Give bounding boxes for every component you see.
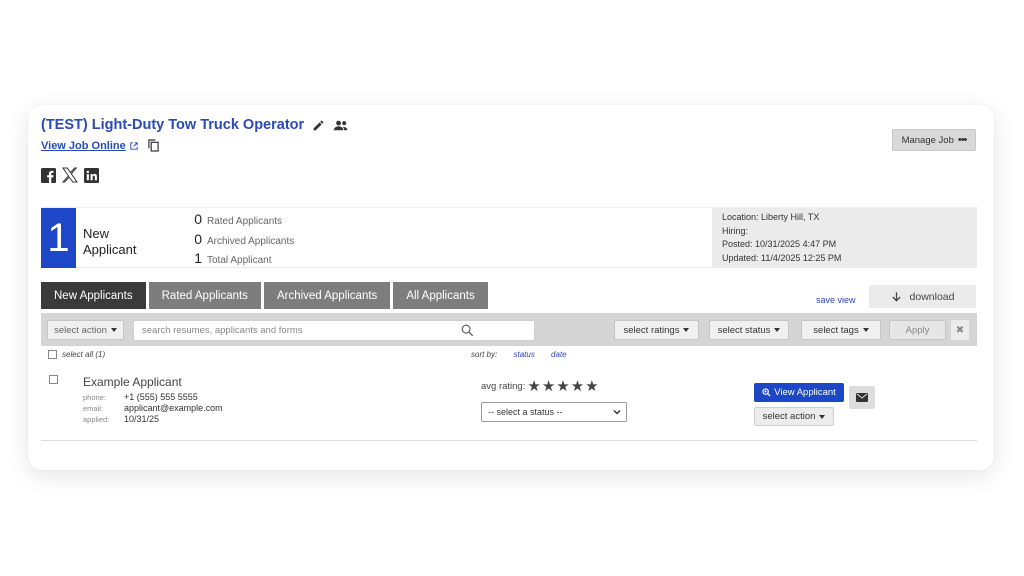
- applicant-summary: 1 New Applicant 0 Rated Applicants 0 Arc…: [41, 207, 977, 268]
- applicant-counts: 0 Rated Applicants 0 Archived Applicants…: [186, 211, 294, 270]
- select-all-checkbox[interactable]: [48, 350, 57, 359]
- total-label: Total Applicant: [207, 255, 272, 266]
- tab-archived-applicants[interactable]: Archived Applicants: [263, 282, 391, 309]
- new-applicant-count[interactable]: 1: [41, 208, 76, 268]
- sort-date-link[interactable]: date: [551, 350, 567, 359]
- facebook-icon[interactable]: [41, 167, 56, 183]
- search-icon[interactable]: [461, 324, 474, 340]
- sort-controls: sort by: status date: [471, 350, 581, 359]
- envelope-icon: [856, 393, 868, 402]
- applicant-name[interactable]: Example Applicant: [83, 375, 182, 389]
- select-status-label: select status: [717, 324, 771, 336]
- sort-by-label: sort by:: [471, 350, 498, 359]
- applicant-applied-date: 10/31/25: [124, 414, 160, 424]
- phone-label: phone:: [83, 393, 106, 402]
- search-input[interactable]: search resumes, applicants and forms: [133, 320, 535, 341]
- zoom-search-icon: [762, 388, 771, 397]
- email-label: email:: [83, 404, 104, 413]
- list-controls: select all (1) sort by: status date: [41, 349, 977, 361]
- manage-job-label: Manage Job: [901, 134, 954, 146]
- caret-down-icon: [110, 328, 117, 332]
- email-applicant-button[interactable]: [849, 386, 875, 409]
- external-link-icon[interactable]: [130, 141, 138, 150]
- caret-down-icon: [819, 414, 826, 419]
- download-arrow-icon: [891, 291, 902, 303]
- view-job-online-link[interactable]: View Job Online: [41, 140, 126, 152]
- rated-label: Rated Applicants: [207, 216, 283, 227]
- tab-all-applicants[interactable]: All Applicants: [393, 282, 488, 309]
- search-placeholder: search resumes, applicants and forms: [142, 325, 303, 336]
- apply-button[interactable]: Apply: [889, 320, 946, 340]
- new-label-line-1: New: [83, 226, 110, 241]
- select-tags-dropdown[interactable]: select tags: [801, 320, 881, 340]
- copy-icon[interactable]: [148, 139, 159, 152]
- linkedin-icon[interactable]: [84, 167, 99, 183]
- manage-job-button[interactable]: Manage Job •••: [892, 129, 976, 151]
- job-card: (TEST) Light-Duty Tow Truck Operator Vie…: [28, 105, 994, 470]
- caret-down-icon: [774, 328, 781, 332]
- select-action-dropdown[interactable]: select action: [47, 320, 124, 340]
- view-applicant-label: View Applicant: [774, 387, 836, 398]
- avg-rating: avg rating: ★★★★★: [481, 377, 600, 395]
- caret-down-icon: [683, 328, 690, 332]
- select-ratings-label: select ratings: [623, 324, 680, 336]
- avg-rating-label: avg rating:: [481, 380, 526, 392]
- job-hiring: Hiring:: [722, 225, 749, 236]
- edit-pencil-icon[interactable]: [312, 119, 325, 132]
- archived-count-row[interactable]: 0 Archived Applicants: [186, 231, 294, 251]
- download-button[interactable]: download: [869, 285, 976, 308]
- job-title[interactable]: (TEST) Light-Duty Tow Truck Operator: [41, 117, 304, 133]
- job-updated: Updated: 11/4/2025 12:25 PM: [722, 252, 842, 263]
- applicant-checkbox[interactable]: [49, 375, 58, 384]
- status-select-value: -- select a status --: [488, 407, 563, 417]
- status-select[interactable]: -- select a status --: [481, 402, 627, 422]
- applicant-email: applicant@example.com: [124, 403, 223, 413]
- star-rating-icon[interactable]: ★★★★★: [527, 377, 599, 395]
- clear-filters-icon[interactable]: ✖: [951, 320, 969, 340]
- archived-label: Archived Applicants: [207, 235, 295, 247]
- chevron-down-icon: [612, 406, 622, 420]
- applicant-select-action-dropdown[interactable]: select action: [754, 407, 834, 426]
- rated-count: 0: [194, 211, 202, 227]
- total-count: 1: [194, 250, 202, 266]
- tab-rated-applicants[interactable]: Rated Applicants: [148, 282, 261, 309]
- job-location: Location: Liberty Hill, TX: [722, 212, 820, 222]
- select-status-dropdown[interactable]: select status: [709, 320, 789, 340]
- tab-new-applicants[interactable]: New Applicants: [41, 282, 146, 309]
- job-info-panel: Location: Liberty Hill, TX Hiring: Poste…: [712, 208, 977, 268]
- applicant-details: phone: +1 (555) 555 5555 email: applicant@…: [83, 392, 223, 425]
- view-job-online: View Job Online: [41, 139, 159, 152]
- new-label-line-2: Applicant: [83, 242, 137, 257]
- applicant-phone: +1 (555) 555 5555: [124, 392, 198, 402]
- more-dots-icon: •••: [957, 134, 968, 146]
- x-icon[interactable]: [62, 167, 78, 183]
- total-count-row[interactable]: 1 Total Applicant: [186, 250, 294, 270]
- select-action-label: select action: [54, 324, 107, 336]
- people-icon[interactable]: [333, 119, 349, 132]
- applicant-select-action-label: select action: [762, 411, 816, 422]
- save-view-link[interactable]: save view: [816, 295, 856, 305]
- archived-count: 0: [194, 230, 202, 247]
- download-label: download: [909, 290, 955, 303]
- applied-label: applied:: [83, 415, 110, 424]
- job-posted: Posted: 10/31/2025 4:47 PM: [722, 239, 837, 249]
- rated-count-row[interactable]: 0 Rated Applicants: [186, 211, 294, 231]
- select-all-label: select all (1): [62, 350, 106, 359]
- select-ratings-dropdown[interactable]: select ratings: [614, 320, 699, 340]
- applicant-tabs: New Applicants Rated Applicants Archived…: [41, 282, 488, 309]
- filter-toolbar: select action search resumes, applicants…: [41, 313, 977, 346]
- social-share-links: [41, 167, 99, 183]
- caret-down-icon: [862, 328, 869, 332]
- sort-status-link[interactable]: status: [513, 350, 534, 359]
- new-applicant-label: New Applicant: [83, 226, 136, 258]
- view-applicant-button[interactable]: View Applicant: [754, 383, 844, 402]
- job-header: (TEST) Light-Duty Tow Truck Operator: [41, 117, 349, 133]
- applicant-row: Example Applicant phone: +1 (555) 555 555…: [41, 363, 977, 441]
- select-tags-label: select tags: [813, 324, 859, 336]
